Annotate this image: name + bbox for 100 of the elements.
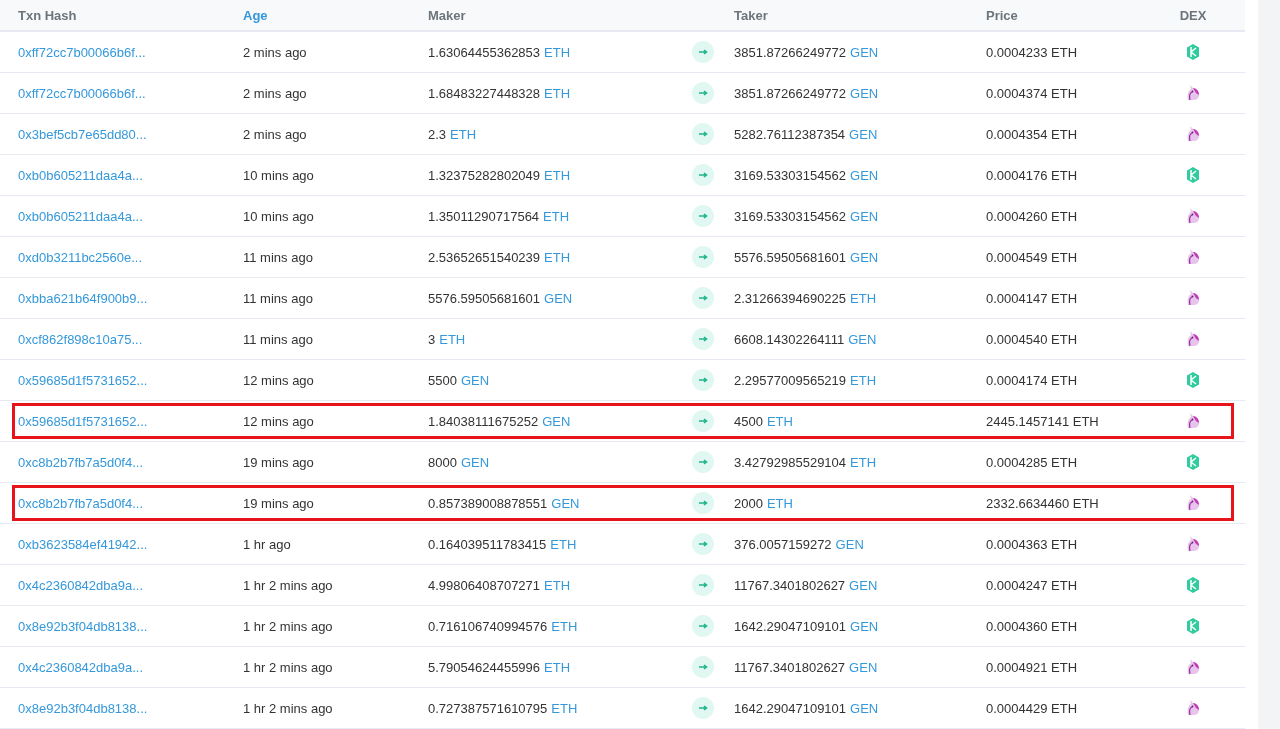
token-link[interactable]: GEN: [848, 331, 877, 347]
age-text: 1 hr 2 mins ago: [243, 618, 333, 634]
token-link[interactable]: GEN: [542, 413, 571, 429]
txn-hash-link[interactable]: 0xc8b2b7fb7a5d0f4...: [18, 495, 144, 511]
price-text: 2445.1457141 ETH: [986, 413, 1099, 429]
taker-amount: 5576.59505681601: [734, 249, 847, 265]
token-link[interactable]: ETH: [766, 413, 793, 429]
taker-amount: 3169.53303154562: [734, 167, 847, 183]
token-link[interactable]: ETH: [544, 85, 571, 101]
price-text: 0.0004174 ETH: [986, 372, 1078, 388]
txn-hash-link[interactable]: 0x4c2360842dba9a...: [18, 659, 144, 675]
kyber-logo-icon: [1184, 371, 1202, 389]
token-link[interactable]: ETH: [544, 659, 571, 675]
txn-hash-link[interactable]: 0xd0b3211bc2560e...: [18, 249, 143, 265]
maker-amount: 0.857389008878551: [428, 495, 548, 511]
token-link[interactable]: ETH: [850, 290, 877, 306]
token-link[interactable]: ETH: [766, 495, 793, 511]
token-link[interactable]: ETH: [544, 577, 571, 593]
age-text: 10 mins ago: [243, 167, 314, 183]
price-text: 2332.6634460 ETH: [986, 495, 1099, 511]
age-text: 12 mins ago: [243, 372, 314, 388]
token-link[interactable]: GEN: [850, 700, 879, 716]
txn-hash-link[interactable]: 0x4c2360842dba9a...: [18, 577, 144, 593]
token-link[interactable]: GEN: [849, 659, 878, 675]
txn-hash-link[interactable]: 0x59685d1f5731652...: [18, 372, 148, 388]
maker-amount: 1.35011290717564: [428, 208, 540, 224]
token-link[interactable]: GEN: [850, 44, 879, 60]
price-text: 0.0004285 ETH: [986, 454, 1078, 470]
age-text: 1 hr 2 mins ago: [243, 659, 333, 675]
price-text: 0.0004247 ETH: [986, 577, 1078, 593]
maker-amount: 3: [428, 331, 436, 347]
token-link[interactable]: ETH: [450, 126, 477, 142]
token-link[interactable]: GEN: [544, 290, 573, 306]
token-link[interactable]: ETH: [439, 331, 466, 347]
taker-amount: 1642.29047109101: [734, 618, 847, 634]
txn-hash-link[interactable]: 0xb3623584ef41942...: [18, 536, 148, 552]
token-link[interactable]: ETH: [850, 454, 877, 470]
txn-hash-link[interactable]: 0x8e92b3f04db8138...: [18, 618, 148, 634]
taker-amount: 3851.87266249772: [734, 44, 847, 60]
token-link[interactable]: GEN: [551, 495, 580, 511]
age-text: 2 mins ago: [243, 126, 307, 142]
txn-hash-link[interactable]: 0xff72cc7b00066b6f...: [18, 44, 146, 60]
token-link[interactable]: GEN: [850, 618, 879, 634]
column-header: Txn Hash: [18, 7, 77, 23]
age-text: 12 mins ago: [243, 413, 314, 429]
taker-amount: 5282.76112387354: [734, 126, 846, 142]
column-header: Maker: [428, 7, 466, 23]
price-text: 0.0004363 ETH: [986, 536, 1078, 552]
age-text: 11 mins ago: [243, 290, 313, 306]
token-link[interactable]: ETH: [550, 536, 577, 552]
token-link[interactable]: GEN: [849, 126, 878, 142]
taker-amount: 4500: [734, 413, 763, 429]
token-link[interactable]: ETH: [551, 618, 578, 634]
maker-amount: 5500: [428, 372, 457, 388]
txn-hash-link[interactable]: 0xff72cc7b00066b6f...: [18, 85, 146, 101]
token-link[interactable]: GEN: [850, 208, 879, 224]
age-text: 11 mins ago: [243, 249, 313, 265]
token-link[interactable]: ETH: [850, 372, 877, 388]
token-link[interactable]: ETH: [544, 167, 571, 183]
token-link[interactable]: ETH: [543, 208, 570, 224]
token-link[interactable]: GEN: [460, 372, 490, 388]
kyber-logo-icon: [1184, 617, 1202, 635]
price-text: 0.0004176 ETH: [986, 167, 1078, 183]
token-link[interactable]: ETH: [551, 700, 578, 716]
price-text: 0.0004147 ETH: [986, 290, 1078, 306]
price-text: 0.0004354 ETH: [986, 126, 1078, 142]
token-link[interactable]: GEN: [850, 249, 879, 265]
txn-hash-link[interactable]: 0xbba621b64f900b9...: [18, 290, 148, 306]
age-text: 2 mins ago: [243, 85, 307, 101]
maker-amount: 1.68483227448328: [428, 85, 541, 101]
age-text: 11 mins ago: [243, 331, 313, 347]
txn-hash-link[interactable]: 0x3bef5cb7e65dd80...: [18, 126, 147, 142]
token-link[interactable]: ETH: [544, 44, 571, 60]
txn-hash-link[interactable]: 0xb0b605211daa4a...: [18, 208, 143, 224]
age-text: 19 mins ago: [243, 495, 314, 511]
taker-amount: 3169.53303154562: [734, 208, 847, 224]
txn-hash-link[interactable]: 0x59685d1f5731652...: [18, 413, 148, 429]
age-text: 2 mins ago: [243, 44, 307, 60]
maker-amount: 4.99806408707271: [428, 577, 541, 593]
txn-hash-link[interactable]: 0x8e92b3f04db8138...: [18, 700, 148, 716]
token-link[interactable]: GEN: [849, 577, 878, 593]
price-text: 0.0004921 ETH: [986, 659, 1078, 675]
token-link[interactable]: GEN: [835, 536, 864, 552]
token-link[interactable]: ETH: [544, 249, 571, 265]
maker-amount: 2.53652651540239: [428, 249, 541, 265]
age-text: 1 hr 2 mins ago: [243, 577, 333, 593]
txn-hash-link[interactable]: 0xc8b2b7fb7a5d0f4...: [18, 454, 144, 470]
maker-amount: 1.32375282802049: [428, 167, 541, 183]
age-text: 1 hr 2 mins ago: [243, 700, 333, 716]
taker-amount: 11767.3401802627: [734, 659, 846, 675]
txn-hash-link[interactable]: 0xcf862f898c10a75...: [18, 331, 143, 347]
token-link[interactable]: GEN: [460, 454, 490, 470]
txn-hash-link[interactable]: 0xb0b605211daa4a...: [18, 167, 143, 183]
token-link[interactable]: GEN: [850, 85, 879, 101]
maker-amount: 0.727387571610795: [428, 700, 548, 716]
column-header[interactable]: Age: [243, 7, 268, 23]
maker-amount: 5.79054624455996: [428, 659, 541, 675]
maker-amount: 0.164039511783415: [428, 536, 547, 552]
age-text: 1 hr ago: [243, 536, 291, 552]
token-link[interactable]: GEN: [850, 167, 879, 183]
